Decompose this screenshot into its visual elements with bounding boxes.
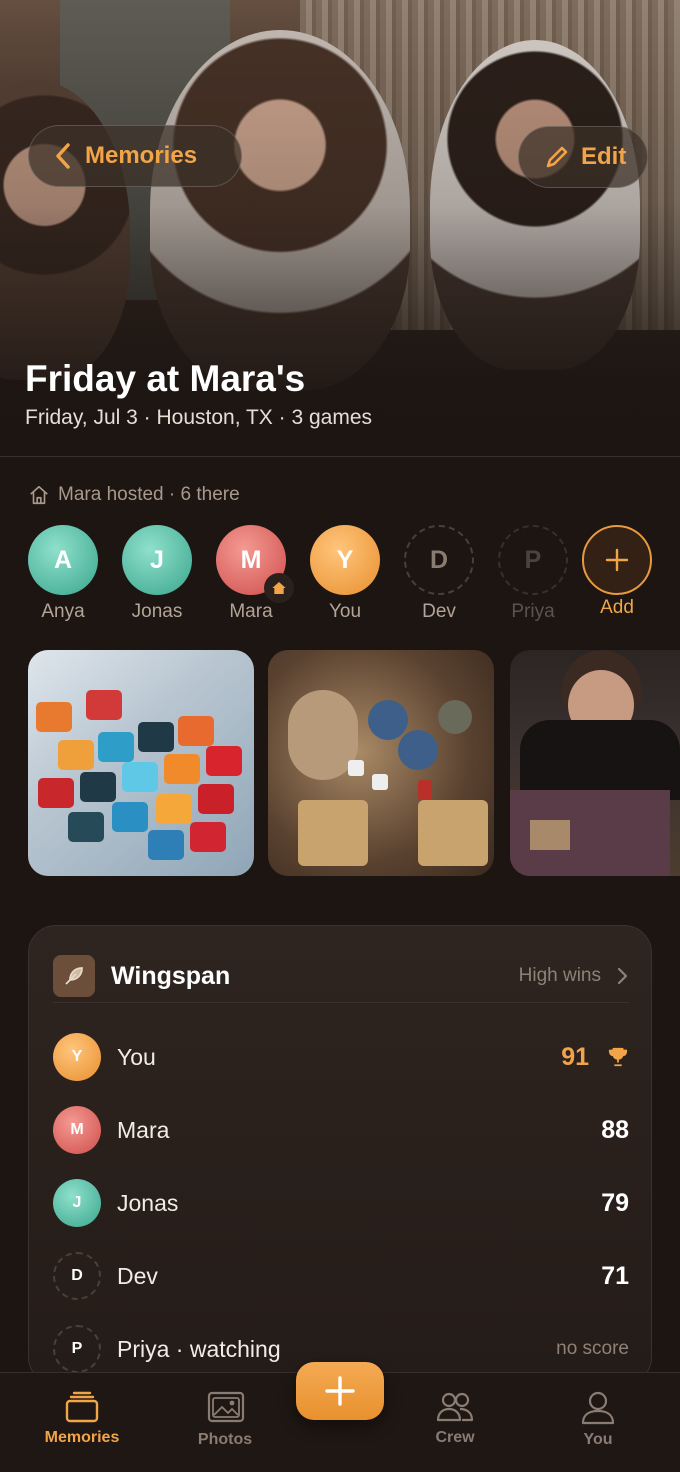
photo-strip[interactable] xyxy=(28,650,680,876)
nav-you[interactable]: You xyxy=(543,1391,653,1449)
avatar: A xyxy=(28,525,98,595)
back-label: Memories xyxy=(85,142,198,169)
player-score: 79 xyxy=(601,1188,629,1217)
attendee-name: You xyxy=(328,601,362,622)
feather-icon xyxy=(53,955,95,997)
add-label: Add xyxy=(600,597,634,618)
avatar: Y xyxy=(310,525,380,595)
game-title: Wingspan xyxy=(111,961,231,990)
player-score: 71 xyxy=(601,1261,629,1290)
score-row[interactable]: D Dev 71 xyxy=(53,1251,629,1301)
attendee-anya[interactable]: A Anya xyxy=(28,525,98,623)
score-card-header[interactable]: Wingspan High wins xyxy=(53,950,629,1002)
avatar-initial: M xyxy=(240,545,262,574)
attendee-name: Anya xyxy=(41,601,85,622)
pencil-icon xyxy=(546,146,568,168)
score-row[interactable]: J Jonas 79 xyxy=(53,1178,629,1228)
nav-label: Photos xyxy=(197,1431,253,1448)
nav-label: Memories xyxy=(44,1429,120,1446)
photos-icon xyxy=(207,1391,245,1423)
plus-icon xyxy=(582,525,652,595)
edit-button[interactable]: Edit xyxy=(518,126,648,188)
attendee-dev[interactable]: D Dev xyxy=(404,525,474,623)
stack-icon xyxy=(65,1391,99,1423)
attendee-you[interactable]: Y You xyxy=(310,525,380,623)
plus-icon xyxy=(325,1376,355,1406)
divider xyxy=(0,456,680,457)
edit-label: Edit xyxy=(581,143,627,170)
person-icon xyxy=(581,1391,615,1425)
home-icon xyxy=(272,582,286,594)
nav-crew[interactable]: Crew xyxy=(400,1391,510,1447)
avatar: D xyxy=(404,525,474,595)
photo-thumbnail[interactable] xyxy=(510,650,680,876)
photo-thumbnail[interactable] xyxy=(28,650,254,876)
attendee-name: Mara xyxy=(229,601,273,622)
add-attendee-button[interactable]: Add xyxy=(582,525,652,619)
attendee-name: Jonas xyxy=(131,601,183,622)
attendee-mara[interactable]: M Mara xyxy=(216,525,294,623)
chevron-right-icon xyxy=(617,967,628,985)
host-badge xyxy=(264,573,294,603)
host-line: Mara hosted · 6 there xyxy=(28,484,240,506)
player-score: 91 xyxy=(561,1042,589,1071)
avatar: D xyxy=(53,1252,101,1300)
chevron-left-icon xyxy=(56,143,70,169)
avatar: J xyxy=(53,1179,101,1227)
nav-memories[interactable]: Memories xyxy=(27,1391,137,1447)
player-score: 88 xyxy=(601,1115,629,1144)
add-button[interactable] xyxy=(296,1362,384,1420)
attendee-priya[interactable]: P Priya xyxy=(498,525,568,623)
attendee-name: Dev xyxy=(422,601,456,622)
score-row[interactable]: Y You 91 xyxy=(53,1032,629,1082)
home-icon xyxy=(30,485,48,505)
attendee-name: Priya xyxy=(511,601,555,622)
avatar: P xyxy=(498,525,568,595)
nav-photos[interactable]: Photos xyxy=(170,1391,280,1449)
avatar: M xyxy=(216,525,294,603)
score-row[interactable]: M Mara 88 xyxy=(53,1105,629,1155)
divider xyxy=(53,1002,629,1003)
avatar: M xyxy=(53,1106,101,1154)
attendee-list: A Anya J Jonas M Mara Y You D Dev P Priy… xyxy=(28,525,668,635)
player-name: Mara xyxy=(117,1116,170,1143)
nav-label: Crew xyxy=(435,1429,475,1446)
nav-label: You xyxy=(583,1431,613,1448)
host-text: Mara hosted · 6 there xyxy=(58,484,240,505)
attendee-jonas[interactable]: J Jonas xyxy=(122,525,192,623)
player-score: no score xyxy=(556,1338,629,1359)
avatar: J xyxy=(122,525,192,595)
trophy-icon xyxy=(608,1047,628,1067)
player-name: Priya · watching xyxy=(117,1335,281,1362)
people-icon xyxy=(436,1392,474,1422)
score-card: Wingspan High wins Y You 91 M Mara 88 J … xyxy=(28,925,652,1385)
page-title: Friday at Mara's xyxy=(25,358,306,399)
back-button[interactable]: Memories xyxy=(28,125,242,187)
player-name: You xyxy=(117,1043,156,1070)
player-name: Jonas xyxy=(117,1189,179,1216)
avatar: P xyxy=(53,1325,101,1373)
scoring-rule: High wins xyxy=(518,965,601,986)
avatar: Y xyxy=(53,1033,101,1081)
page-subtitle: Friday, Jul 3 · Houston, TX · 3 games xyxy=(25,406,373,429)
player-name: Dev xyxy=(117,1262,158,1289)
photo-thumbnail[interactable] xyxy=(268,650,494,876)
